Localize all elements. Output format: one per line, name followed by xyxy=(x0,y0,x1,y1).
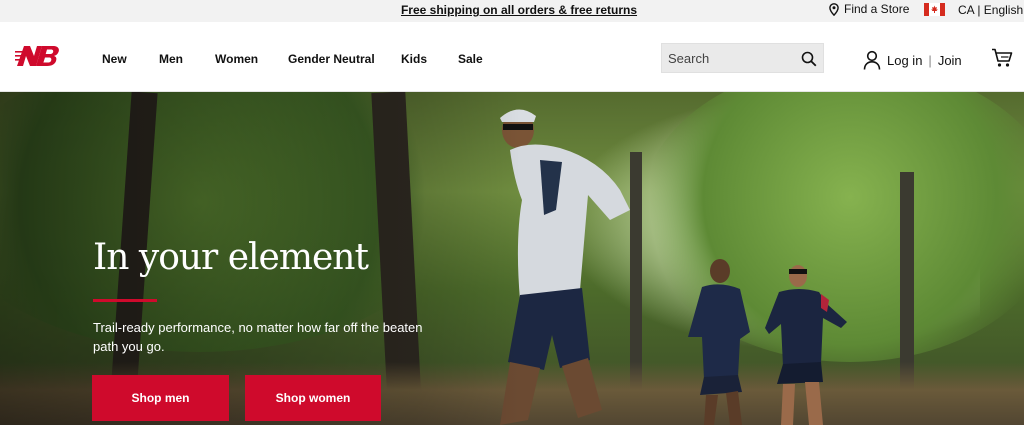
hero-title: In your element xyxy=(93,237,369,278)
find-store-link[interactable]: Find a Store xyxy=(829,2,909,16)
nav-item-women[interactable]: Women xyxy=(215,52,258,66)
hero-banner: In your element Trail-ready performance,… xyxy=(0,92,1024,425)
search-box xyxy=(661,43,824,73)
new-balance-logo[interactable] xyxy=(15,45,61,67)
hero-accent-line xyxy=(93,299,157,302)
find-store-label: Find a Store xyxy=(844,2,910,16)
search-input[interactable] xyxy=(668,50,788,66)
user-icon[interactable] xyxy=(863,50,881,70)
shop-women-button[interactable]: Shop women xyxy=(245,375,381,421)
account-links: Log in | Join xyxy=(863,50,962,70)
login-link[interactable]: Log in xyxy=(887,53,922,68)
locale-selector[interactable]: CA | English xyxy=(958,3,1023,17)
search-icon[interactable] xyxy=(801,51,817,67)
canada-flag-icon[interactable] xyxy=(924,3,945,16)
hero-subtitle: Trail-ready performance, no matter how f… xyxy=(93,320,423,354)
hero-runner-image xyxy=(765,265,847,425)
join-link[interactable]: Join xyxy=(938,53,962,68)
account-divider: | xyxy=(928,52,932,68)
cart-icon[interactable] xyxy=(991,48,1013,68)
nav-item-kids[interactable]: Kids xyxy=(401,52,427,66)
map-pin-icon xyxy=(829,2,839,16)
nav-item-men[interactable]: Men xyxy=(159,52,183,66)
nav-item-gender-neutral[interactable]: Gender Neutral xyxy=(288,52,375,66)
nav-item-sale[interactable]: Sale xyxy=(458,52,483,66)
main-header: New Men Women Gender Neutral Kids Sale L… xyxy=(0,22,1024,92)
nav-item-new[interactable]: New xyxy=(102,52,127,66)
top-promo-bar: Free shipping on all orders & free retur… xyxy=(0,0,1024,22)
hero-runner-image xyxy=(688,259,750,425)
shop-men-button[interactable]: Shop men xyxy=(92,375,229,421)
